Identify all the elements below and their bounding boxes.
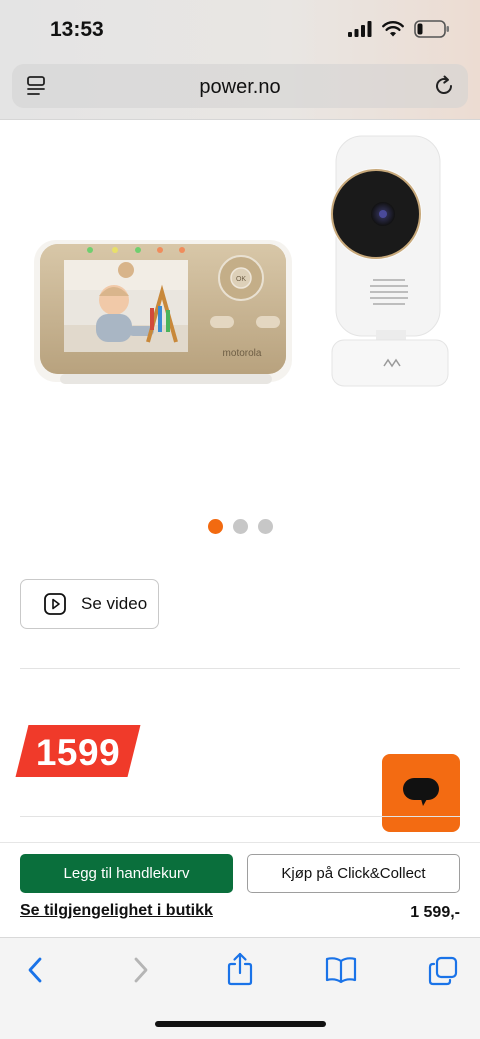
carousel-dots <box>0 519 480 534</box>
browser-address-area: power.no <box>0 60 480 120</box>
device-brand-text: motorola <box>223 348 262 359</box>
see-video-button[interactable]: Se video <box>20 579 159 629</box>
carousel-dot-2[interactable] <box>232 519 248 534</box>
store-availability-link[interactable]: Se tilgjengelighet i butikk <box>20 902 213 920</box>
url-text[interactable]: power.no <box>12 76 468 99</box>
chat-icon <box>403 778 439 806</box>
divider <box>20 816 460 817</box>
svg-text:OK: OK <box>236 276 246 283</box>
product-image[interactable]: OK motorola <box>30 130 450 400</box>
sticky-cart-bar: Legg til handlekurv Kjøp på Click&Collec… <box>0 842 480 937</box>
reload-icon[interactable] <box>432 74 456 98</box>
wifi-icon <box>382 21 404 37</box>
total-price: 1 599,- <box>410 904 460 921</box>
status-time: 13:53 <box>50 18 104 41</box>
divider <box>20 668 460 669</box>
forward-arrow-icon[interactable] <box>128 955 152 985</box>
cellular-signal-icon <box>348 21 372 37</box>
status-bar: 13:53 <box>0 0 480 60</box>
see-video-label: Se video <box>81 594 148 613</box>
play-icon <box>44 593 66 615</box>
add-to-cart-button[interactable]: Legg til handlekurv <box>20 854 233 893</box>
parent-unit-illustration: OK motorola <box>34 240 292 384</box>
carousel-dot-3[interactable] <box>257 519 273 534</box>
tabs-icon[interactable] <box>428 956 458 986</box>
carousel-dot-1[interactable] <box>207 519 223 534</box>
camera-unit-illustration <box>330 135 449 387</box>
back-arrow-icon[interactable] <box>24 955 48 985</box>
price-value: 1599 <box>35 732 121 773</box>
click-collect-button[interactable]: Kjøp på Click&Collect <box>247 854 460 893</box>
battery-icon <box>414 20 449 38</box>
chat-button[interactable] <box>382 754 460 832</box>
bookmarks-icon[interactable] <box>325 956 357 984</box>
share-icon[interactable] <box>226 952 254 986</box>
status-icons <box>348 20 450 38</box>
price-tag: 1599 <box>15 725 141 777</box>
address-bar[interactable]: power.no <box>12 64 468 108</box>
home-indicator[interactable] <box>155 1021 326 1027</box>
